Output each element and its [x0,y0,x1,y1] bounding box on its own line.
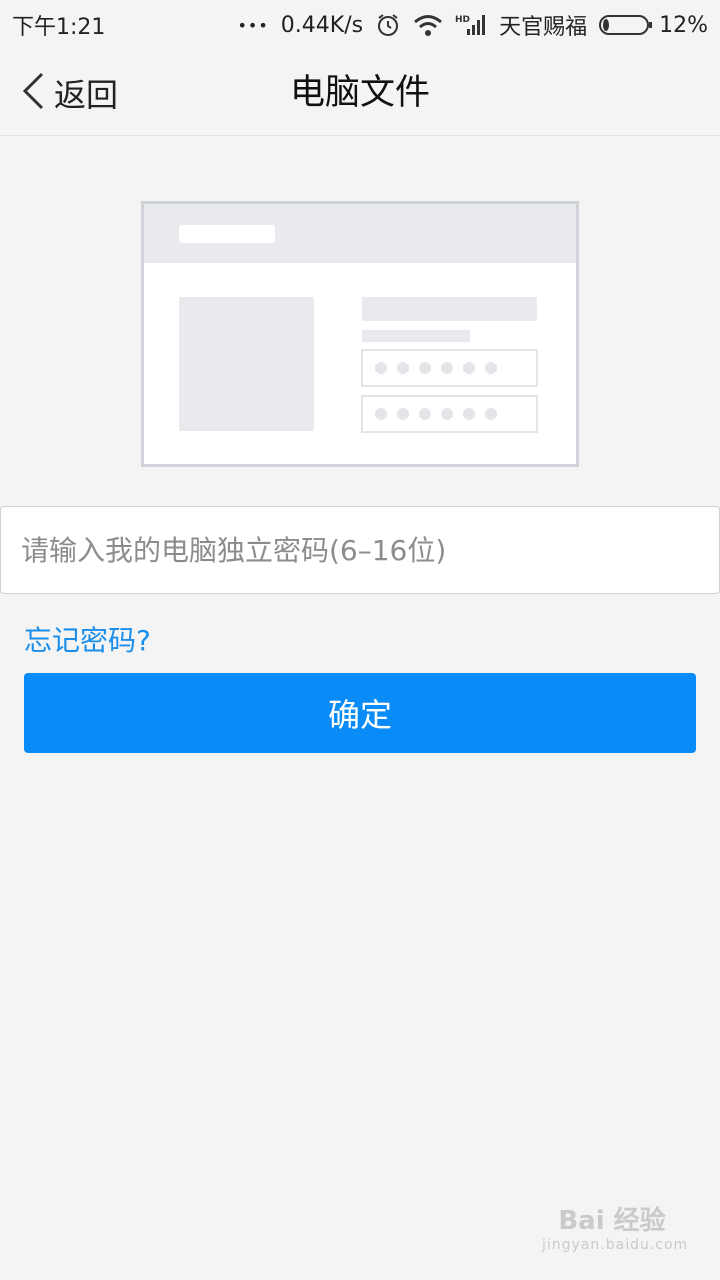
page-title: 电脑文件 [289,73,430,113]
watermark-url: jingyan.baidu.com [542,1237,689,1253]
status-bar: 下午1:21 ••• 0.44K/s HD 天官赐福 12% [0,0,720,50]
svg-text:HD: HD [455,15,470,25]
password-input[interactable] [0,506,720,594]
battery-percent: 12% [659,12,708,38]
illustration-image-block [179,297,314,431]
illustration-header [144,204,576,263]
nav-bar: 返回 电脑文件 [0,50,720,136]
network-speed: 0.44K/s [280,12,364,38]
illustration-text-line-short [362,330,470,342]
alarm-icon [375,12,401,38]
hd-signal-icon: HD [455,13,487,37]
battery-icon [599,13,653,37]
computer-login-illustration [141,201,579,467]
confirm-button[interactable]: 确定 [24,673,696,753]
status-more: ••• [237,15,269,35]
illustration-title-bar [179,225,275,243]
status-time: 下午1:21 [12,15,106,40]
watermark-brand: Bai 经验 [558,1206,666,1236]
carrier-name: 天官赐福 [499,15,588,40]
baidu-jingyan-watermark: Bai 经验 jingyan.baidu.com [542,1200,689,1260]
illustration-password-field [361,395,538,433]
illustration-password-field [361,349,538,387]
illustration-text-line [362,297,537,321]
forgot-password-link[interactable]: 忘记密码? [24,620,151,662]
wifi-icon [413,13,443,37]
